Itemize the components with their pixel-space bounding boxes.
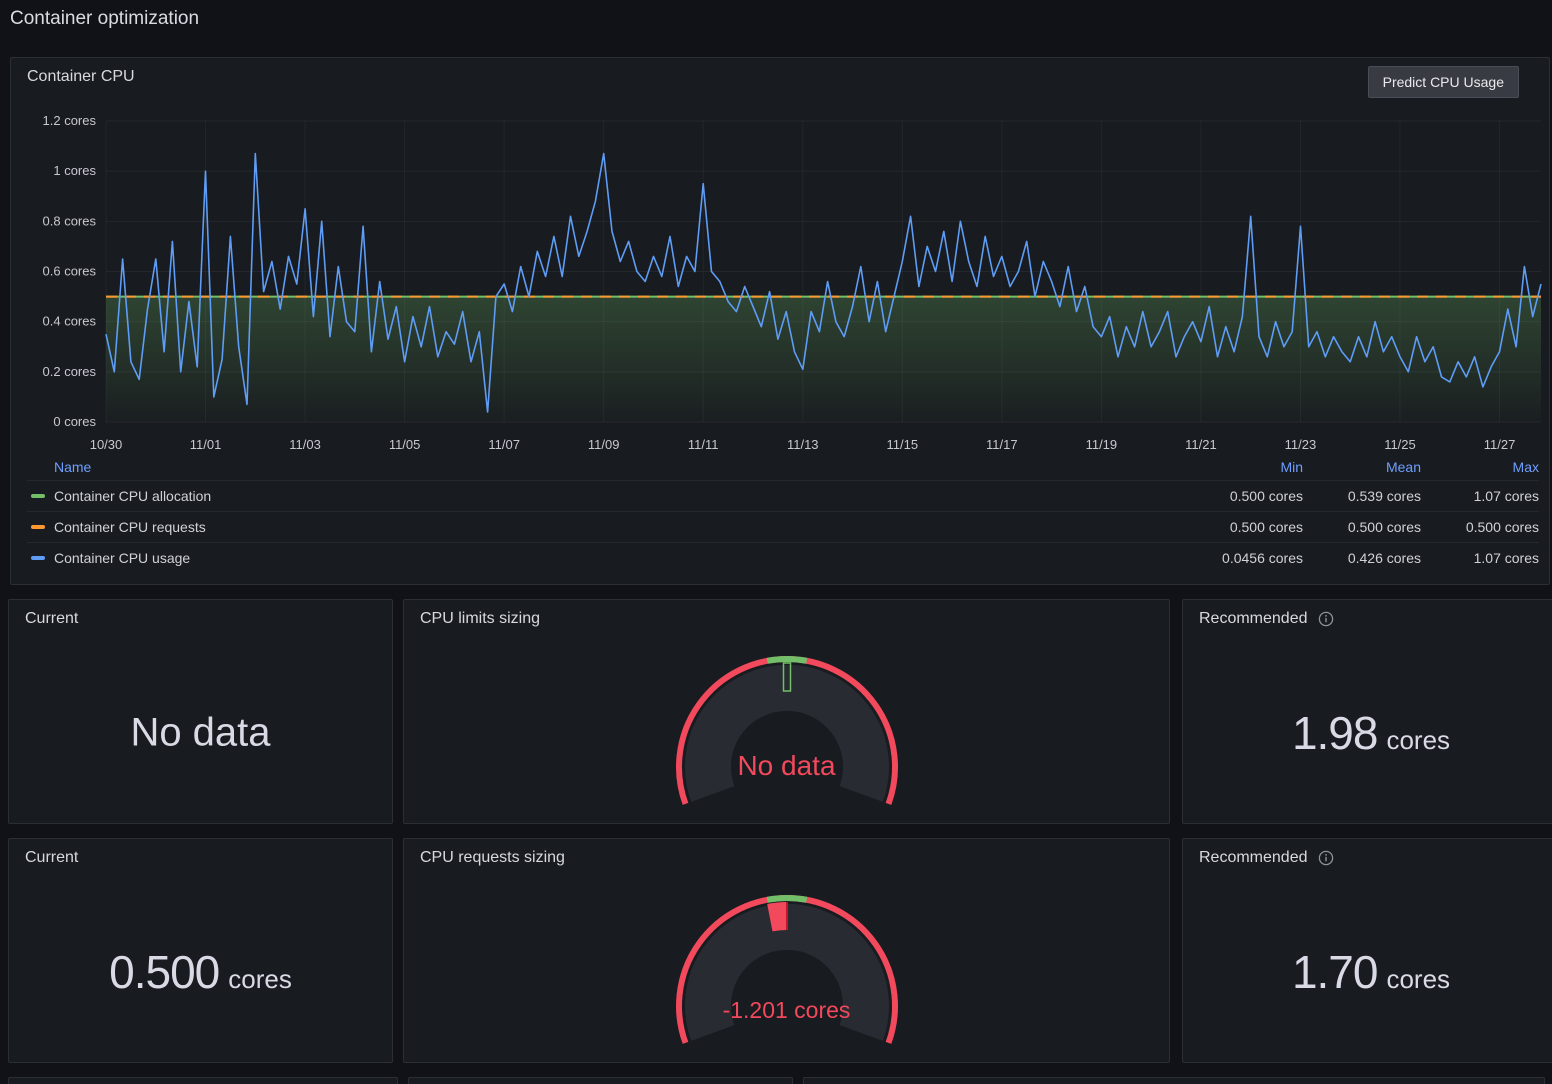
x-axis-tick-label: 11/03	[289, 437, 321, 452]
legend-label: Container CPU allocation	[54, 488, 211, 504]
chart-legend-table: Name Min Mean Max Container CPU allocati…	[27, 454, 1539, 573]
predict-cpu-usage-button[interactable]: Predict CPU Usage	[1368, 66, 1519, 98]
legend-row-requests: Container CPU requests 0.500 cores 0.500…	[27, 511, 1539, 542]
allocation-fill-area	[106, 297, 1541, 422]
panel-title-recommended[interactable]: Recommended	[1199, 610, 1308, 628]
legend-header-mean[interactable]: Mean	[1303, 459, 1421, 475]
legend-min: 0.500 cores	[1185, 488, 1303, 504]
cpu-requests-sizing-panel: CPU requests sizing -1.201 cores	[403, 838, 1170, 1063]
x-axis-tick-label: 10/30	[90, 437, 123, 452]
legend-mean: 0.426 cores	[1303, 550, 1421, 566]
info-icon[interactable]	[1318, 611, 1334, 627]
y-axis-tick-label: 0 cores	[53, 414, 96, 429]
panel-title-cpu-requests-sizing[interactable]: CPU requests sizing	[420, 849, 565, 867]
panel-title-container-cpu[interactable]: Container CPU	[27, 68, 135, 86]
x-axis-tick-label: 11/01	[190, 437, 222, 452]
gauge-threshold-arc-green	[767, 898, 806, 900]
x-axis-tick-label: 11/07	[488, 437, 520, 452]
cpu-time-series-chart[interactable]: 0 cores 0.2 cores 0.4 cores 0.6 cores 0.8 co…	[11, 102, 1551, 454]
cpu-requests-gauge-value: -1.201 cores	[404, 997, 1169, 1024]
clipped-panel-3	[803, 1077, 1545, 1084]
legend-max: 1.07 cores	[1421, 488, 1539, 504]
page-title: Container optimization	[10, 8, 199, 30]
x-axis-tick-label: 11/17	[986, 437, 1018, 452]
cpu-chart-svg[interactable]: 0 cores 0.2 cores 0.4 cores 0.6 cores 0.8 co…	[11, 102, 1551, 454]
legend-header: Name Min Mean Max	[27, 454, 1539, 480]
cpu-limits-sizing-panel: CPU limits sizing No data	[403, 599, 1170, 824]
recommended-limits-value: 1.98	[1292, 707, 1378, 759]
legend-header-max[interactable]: Max	[1421, 459, 1539, 475]
clipped-panel-2	[408, 1077, 793, 1084]
requests-series-swatch-icon	[31, 525, 45, 529]
usage-series-swatch-icon	[31, 556, 45, 560]
clipped-panel-1	[8, 1077, 398, 1084]
x-axis-tick-label: 11/11	[688, 437, 719, 452]
y-axis-tick-label: 0.8 cores	[43, 213, 97, 228]
panel-title-recommended[interactable]: Recommended	[1199, 849, 1308, 867]
x-axis-tick-label: 11/25	[1384, 437, 1416, 452]
legend-header-min[interactable]: Min	[1185, 459, 1303, 475]
legend-header-name[interactable]: Name	[27, 459, 1185, 475]
x-axis-tick-label: 11/13	[787, 437, 819, 452]
y-axis-tick-label: 0.2 cores	[43, 364, 97, 379]
current-requests-unit: cores	[228, 964, 292, 994]
current-limits-value: No data	[130, 711, 270, 755]
legend-label: Container CPU requests	[54, 519, 206, 535]
legend-max: 1.07 cores	[1421, 550, 1539, 566]
x-axis-tick-label: 11/19	[1086, 437, 1118, 452]
legend-row-allocation: Container CPU allocation 0.500 cores 0.5…	[27, 480, 1539, 511]
recommended-limits-panel: Recommended 1.98 cores	[1182, 599, 1552, 824]
current-limits-panel: Current No data	[8, 599, 393, 824]
x-axis-tick-label: 11/27	[1484, 437, 1516, 452]
recommended-requests-value: 1.70	[1292, 946, 1378, 998]
cpu-limits-gauge-value: No data	[404, 750, 1169, 782]
allocation-series-swatch-icon	[31, 494, 45, 498]
cpu-requests-gauge	[667, 889, 907, 1059]
y-axis-tick-label: 0.6 cores	[43, 264, 97, 279]
legend-row-usage: Container CPU usage 0.0456 cores 0.426 c…	[27, 542, 1539, 573]
current-requests-value: 0.500	[109, 946, 219, 998]
x-axis-tick-label: 11/23	[1285, 437, 1317, 452]
y-axis-tick-label: 1.2 cores	[43, 113, 97, 128]
recommended-limits-unit: cores	[1386, 725, 1450, 755]
legend-name-allocation[interactable]: Container CPU allocation	[27, 488, 1185, 504]
recommended-requests-panel: Recommended 1.70 cores	[1182, 838, 1552, 1063]
info-icon[interactable]	[1318, 850, 1334, 866]
legend-min: 0.0456 cores	[1185, 550, 1303, 566]
current-requests-panel: Current 0.500 cores	[8, 838, 393, 1063]
legend-mean: 0.500 cores	[1303, 519, 1421, 535]
legend-mean: 0.539 cores	[1303, 488, 1421, 504]
legend-max: 0.500 cores	[1421, 519, 1539, 535]
legend-min: 0.500 cores	[1185, 519, 1303, 535]
y-axis-tick-label: 0.4 cores	[43, 314, 97, 329]
panel-title-current[interactable]: Current	[25, 610, 78, 628]
legend-name-usage[interactable]: Container CPU usage	[27, 550, 1185, 566]
cpu-limits-gauge	[667, 650, 907, 820]
container-cpu-panel: Container CPU Predict CPU Usage 0 cores0…	[10, 57, 1550, 585]
x-axis-tick-label: 11/09	[588, 437, 620, 452]
panel-title-cpu-limits-sizing[interactable]: CPU limits sizing	[420, 610, 540, 628]
recommended-requests-unit: cores	[1386, 964, 1450, 994]
y-axis-tick-label: 1 cores	[53, 163, 96, 178]
x-axis-tick-label: 11/15	[887, 437, 919, 452]
gauge-threshold-arc-green	[767, 659, 806, 661]
legend-label: Container CPU usage	[54, 550, 190, 566]
legend-name-requests[interactable]: Container CPU requests	[27, 519, 1185, 535]
x-axis-tick-label: 11/05	[389, 437, 421, 452]
panel-title-current[interactable]: Current	[25, 849, 78, 867]
x-axis-tick-label: 11/21	[1185, 437, 1217, 452]
